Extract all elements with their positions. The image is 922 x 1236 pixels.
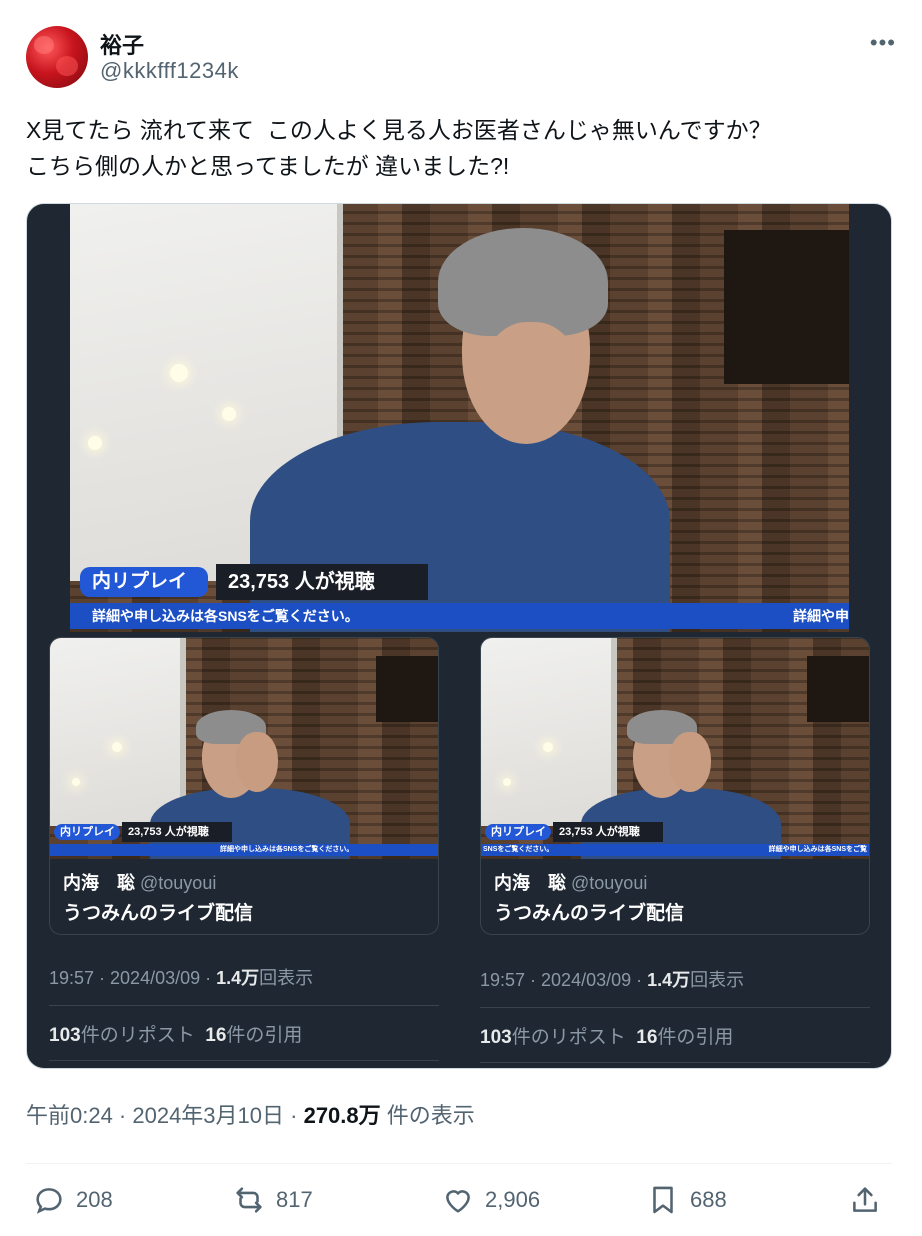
quoted-views-label: 回表示 — [690, 970, 745, 990]
quoted-quotes-label[interactable]: 件の引用 — [657, 1027, 733, 1048]
quoted-reposts-label[interactable]: 件のリポスト — [81, 1025, 195, 1046]
quoted-post-stats: 103件のリポスト 16件の引用 — [480, 1022, 733, 1049]
repost-button[interactable]: 817 — [232, 1178, 313, 1222]
post-views-count: 270.8万 — [303, 1103, 381, 1128]
quoted-video-card[interactable]: 内リプレイ 23,753 人が視聴 SNSをご覧ください。 詳細や申し込みは各S… — [480, 637, 870, 935]
quoted-reposts-count[interactable]: 103 — [480, 1027, 512, 1048]
quoted-reposts-label[interactable]: 件のリポスト — [512, 1027, 626, 1048]
viewer-count-text: 23,753 人が視聴 — [559, 826, 640, 838]
share-button[interactable] — [848, 1178, 882, 1222]
like-icon — [446, 1190, 470, 1213]
quoted-quotes-label[interactable]: 件の引用 — [226, 1025, 302, 1046]
post-time[interactable]: 午前0:24 · 2024年3月10日 · — [26, 1103, 304, 1128]
display-name[interactable]: 裕子 — [100, 28, 144, 60]
quoted-video-card[interactable]: 内リプレイ 23,753 人が視聴 詳細や申し込みは各SNSをご覧ください。 内… — [49, 637, 439, 935]
tweet-text: X見てたら 流れて来て この人よく見る人お医者さんじゃ無いんですか？ こちら側の… — [26, 117, 772, 179]
card-author-handle: @touyoui — [140, 873, 217, 893]
banner-text: SNSをご覧ください。 — [483, 846, 554, 853]
replay-label: 内リプレイ — [60, 826, 115, 838]
quoted-quotes-count[interactable]: 16 — [636, 1027, 657, 1048]
post-views-label: 件の表示 — [380, 1103, 475, 1128]
banner-text: 詳細や申し込みは各SNSをご覧ください。 — [92, 608, 359, 624]
more-options-icon[interactable]: ••• — [870, 30, 896, 56]
bookmark-count: 688 — [690, 1187, 727, 1212]
quoted-post-stats: 103件のリポスト 16件の引用 — [49, 1020, 302, 1047]
viewer-count: 23,753 人が視聴 — [216, 564, 428, 600]
user-handle[interactable]: @kkkfff1234k — [100, 58, 239, 84]
replay-label: 内リプレイ — [491, 826, 546, 838]
like-count: 2,906 — [485, 1187, 541, 1212]
card-title: うつみんのライブ配信 — [63, 903, 254, 924]
quoted-views-count: 1.4万 — [647, 970, 691, 990]
quoted-time: 19:57 · 2024/03/09 · — [480, 970, 648, 990]
divider — [26, 1163, 892, 1164]
viewer-count-text: 23,753 人が視聴 — [128, 826, 209, 838]
reply-button[interactable]: 208 — [32, 1178, 113, 1222]
like-button[interactable]: 2,906 — [441, 1178, 540, 1222]
video-thumbnail[interactable]: 内リプレイ 23,753 人が視聴 SNSをご覧ください。 詳細や申し込みは各S… — [481, 638, 869, 859]
card-author: 内海 聡 @touyoui — [494, 869, 647, 895]
quoted-views-label: 回表示 — [259, 968, 314, 988]
quoted-quotes-count[interactable]: 16 — [205, 1025, 226, 1046]
repost-count: 817 — [276, 1187, 313, 1212]
reply-icon — [36, 1188, 62, 1214]
quoted-views-count: 1.4万 — [216, 968, 260, 988]
tweet-header: 裕子 @kkkfff1234k ••• — [26, 26, 896, 90]
replay-badge: 内リプレイ — [80, 567, 208, 597]
bookmark-button[interactable]: 688 — [646, 1178, 727, 1222]
replay-label: 内リプレイ — [92, 571, 188, 592]
video-thumbnail[interactable]: 内リプレイ 23,753 人が視聴 詳細や申し込みは各SNSをご覧ください。 — [50, 638, 438, 859]
quoted-post-meta: 19:57 · 2024/03/09 · 1.4万回表示 — [480, 966, 744, 992]
banner-text-right: 詳細や申 — [793, 608, 849, 624]
quoted-post-meta: 19:57 · 2024/03/09 · 1.4万回表示 — [49, 964, 313, 990]
card-author-name: 内海 聡 — [494, 873, 566, 893]
reply-count: 208 — [76, 1187, 113, 1212]
share-icon — [853, 1187, 877, 1212]
avatar[interactable] — [26, 26, 88, 88]
viewer-count-text: 23,753 人が視聴 — [228, 571, 375, 593]
video-frame-main: 内リプレイ 23,753 人が視聴 詳細や申し込みは各SNSをご覧ください。 詳… — [70, 204, 849, 632]
bookmark-icon — [653, 1186, 673, 1214]
info-banner: 詳細や申し込みは各SNSをご覧ください。 詳細や申 — [70, 603, 849, 629]
card-author-name: 内海 聡 — [63, 873, 135, 893]
quoted-reposts-count[interactable]: 103 — [49, 1025, 81, 1046]
post-timestamp: 午前0:24 · 2024年3月10日 · 270.8万 件の表示 — [26, 1098, 475, 1130]
card-title: うつみんのライブ配信 — [494, 903, 685, 924]
card-author: 内海 聡 @touyoui — [63, 869, 216, 895]
banner-text: 詳細や申し込みは各SNSをご覧ください。 — [220, 846, 354, 853]
repost-icon — [236, 1187, 262, 1213]
quoted-time: 19:57 · 2024/03/09 · — [49, 968, 217, 988]
attached-image[interactable]: 内リプレイ 23,753 人が視聴 詳細や申し込みは各SNSをご覧ください。 詳… — [26, 203, 892, 1069]
banner-text-right: 詳細や申し込みは各SNSをご覧 — [768, 846, 867, 853]
card-author-handle: @touyoui — [571, 873, 648, 893]
